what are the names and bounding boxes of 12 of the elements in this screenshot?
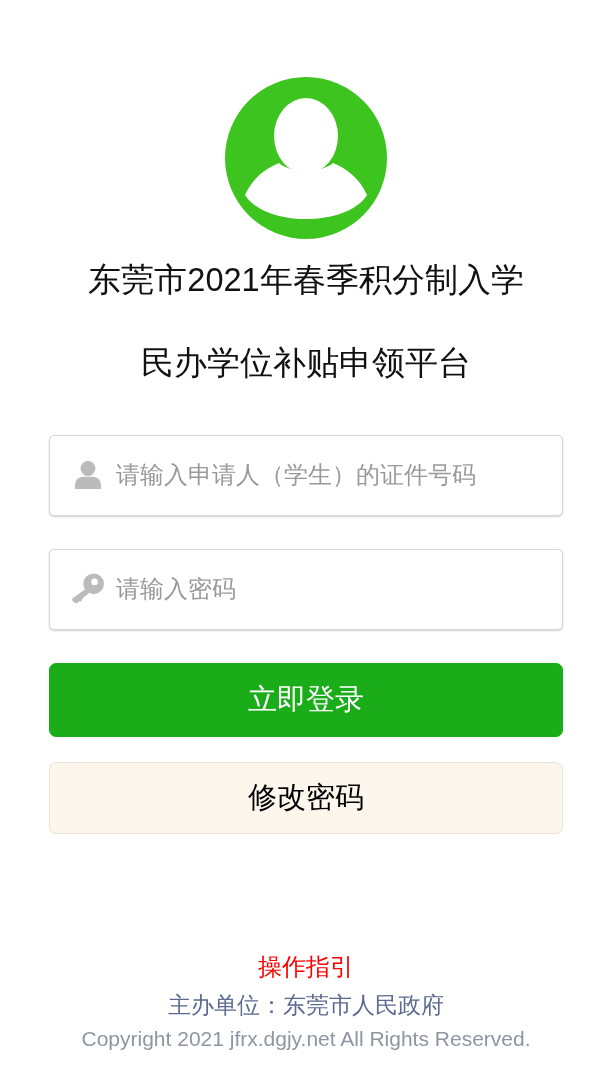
guide-link[interactable]: 操作指引 bbox=[258, 950, 354, 984]
organizer-text: 主办单位：东莞市人民政府 bbox=[168, 992, 444, 1020]
input-field[interactable]: 请输入申请人（学生）的证件号码 bbox=[49, 435, 563, 516]
user-icon bbox=[75, 461, 101, 489]
user-avatar-icon bbox=[225, 77, 387, 239]
input-field[interactable]: 请输入密码 bbox=[49, 549, 563, 630]
copyright-text: Copyright 2021 jfrx.dgjy.net All Rights Reserved. bbox=[81, 1026, 531, 1052]
page-title: 东莞市2021年春季积分制入学 bbox=[88, 261, 524, 300]
change-password-button[interactable]: 修改密码 bbox=[49, 762, 563, 834]
login-button[interactable]: 立即登录 bbox=[49, 663, 563, 737]
page-title: 民办学位补贴申领平台 bbox=[141, 344, 471, 383]
key-icon bbox=[72, 573, 104, 604]
